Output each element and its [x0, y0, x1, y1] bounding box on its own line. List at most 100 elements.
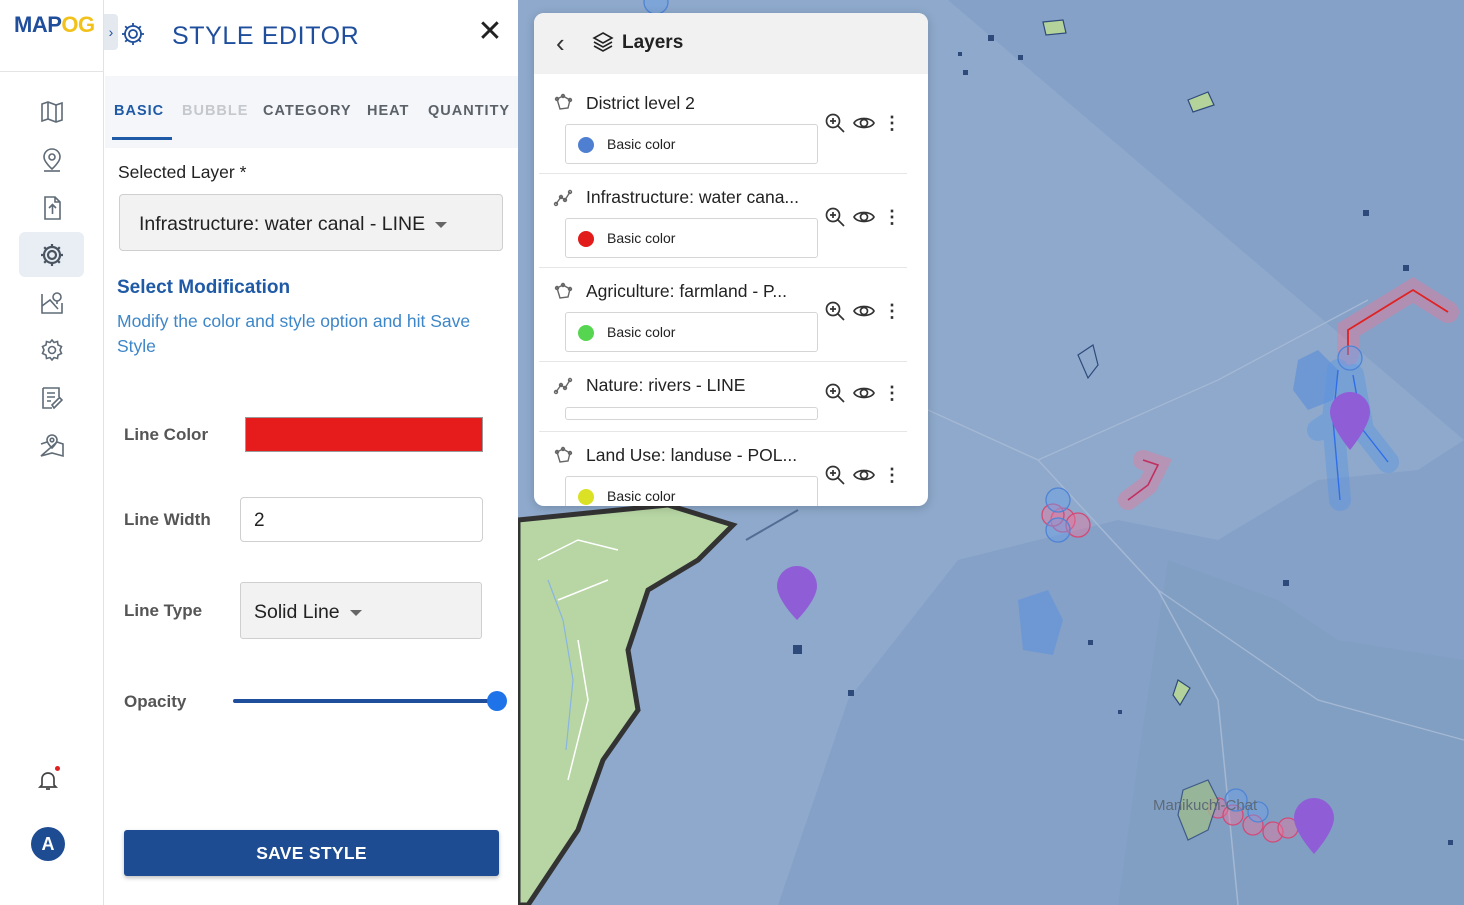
rail-maplocation-button[interactable] [19, 423, 84, 468]
more-options-icon[interactable]: ⋮ [881, 206, 903, 228]
style-tabs: BASIC BUBBLE CATEGORY HEAT QUANTITY [105, 76, 518, 148]
eye-icon[interactable] [853, 464, 875, 486]
zoom-in-icon[interactable] [824, 112, 846, 134]
rail-report-button[interactable] [19, 375, 84, 420]
rail-style-button[interactable] [19, 232, 84, 277]
gear-icon [40, 243, 63, 266]
line-color-label: Line Color [124, 425, 209, 444]
layers-stack-icon [592, 31, 614, 53]
opacity-label: Opacity [124, 692, 187, 711]
more-options-icon[interactable]: ⋮ [881, 112, 903, 134]
layer-row: Nature: rivers - LINE ⋮ [539, 362, 907, 432]
polygon-icon [553, 446, 573, 466]
line-type-dropdown[interactable]: Solid Line [240, 582, 482, 639]
line-icon [553, 376, 573, 396]
layer-color-button[interactable]: Basic color [565, 476, 818, 506]
layer-color-label: Basic color [607, 324, 676, 340]
tab-heat[interactable]: HEAT [367, 103, 409, 119]
layer-name: District level 2 [586, 93, 695, 113]
bell-icon [37, 772, 59, 790]
line-width-input[interactable]: 2 [240, 497, 483, 542]
rail-location-button[interactable] [19, 137, 84, 182]
layer-color-label: Basic color [607, 488, 676, 504]
rail-divider [0, 71, 104, 72]
layers-panel: ‹ Layers District level 2 Basic color ⋮ … [534, 13, 928, 506]
more-options-icon[interactable]: ⋮ [881, 464, 903, 486]
selected-layer-label: Selected Layer * [118, 162, 247, 182]
layer-row: Agriculture: farmland - P... Basic color… [539, 268, 907, 362]
map-icon [40, 100, 63, 123]
tab-basic[interactable]: BASIC [114, 103, 164, 119]
collapse-toggle[interactable]: › [104, 14, 118, 50]
opacity-slider-thumb[interactable] [487, 691, 507, 711]
layer-color-button[interactable]: Basic color [565, 124, 818, 164]
layer-name: Nature: rivers - LINE [586, 375, 746, 395]
notifications-button[interactable] [36, 766, 60, 792]
layer-name: Infrastructure: water cana... [586, 187, 800, 207]
location-pin-icon [42, 147, 61, 172]
rail-upload-button[interactable] [19, 185, 84, 230]
layer-color-label: Basic color [607, 230, 676, 246]
rail-mapview-button[interactable] [19, 280, 84, 325]
layer-row: Infrastructure: water cana... Basic colo… [539, 174, 907, 268]
zoom-in-icon[interactable] [824, 300, 846, 322]
style-editor-header: STYLE EDITOR ✕ [105, 0, 518, 76]
eye-icon[interactable] [853, 300, 875, 322]
layer-row: District level 2 Basic color ⋮ [539, 74, 907, 174]
tab-bubble[interactable]: BUBBLE [182, 103, 248, 119]
chevron-down-icon [349, 609, 362, 616]
polygon-icon [553, 93, 573, 113]
color-swatch [578, 489, 594, 505]
left-rail: MAPOG A [0, 0, 104, 905]
layer-row: Land Use: landuse - POL... Basic color ⋮ [539, 432, 907, 506]
tab-quantity[interactable]: QUANTITY [428, 103, 510, 119]
line-icon [553, 188, 573, 208]
line-width-label: Line Width [124, 510, 211, 529]
selected-layer-dropdown[interactable]: Infrastructure: water canal - LINE [119, 194, 503, 251]
app-logo[interactable]: MAPOG [14, 12, 95, 38]
line-color-picker[interactable] [245, 417, 483, 452]
rail-settings-button[interactable] [19, 327, 84, 372]
color-swatch [578, 231, 594, 247]
settings-icon [40, 338, 63, 361]
map-location-icon [39, 433, 64, 457]
layer-color-button[interactable]: Basic color [565, 312, 818, 352]
close-icon[interactable]: ✕ [477, 17, 503, 47]
save-style-button[interactable]: SAVE STYLE [124, 830, 499, 876]
style-editor-panel: STYLE EDITOR ✕ BASIC BUBBLE CATEGORY HEA… [105, 0, 518, 905]
chevron-down-icon [435, 221, 448, 228]
eye-icon[interactable] [853, 112, 875, 134]
color-swatch [578, 137, 594, 153]
more-options-icon[interactable]: ⋮ [881, 382, 903, 404]
polygon-icon [553, 282, 573, 302]
layer-color-button[interactable]: Basic color [565, 218, 818, 258]
avatar[interactable]: A [31, 827, 65, 861]
layer-color-button[interactable] [565, 407, 818, 420]
line-type-label: Line Type [124, 601, 203, 620]
layer-name: Agriculture: farmland - P... [586, 281, 788, 301]
layer-name: Land Use: landuse - POL... [586, 445, 798, 465]
opacity-slider-track[interactable] [233, 699, 499, 703]
back-icon[interactable]: ‹ [556, 29, 565, 57]
style-gear-icon [119, 20, 147, 48]
map-pin-icon [40, 291, 63, 314]
zoom-in-icon[interactable] [824, 464, 846, 486]
more-options-icon[interactable]: ⋮ [881, 300, 903, 322]
rail-map-button[interactable] [19, 89, 84, 134]
layer-color-label: Basic color [607, 136, 676, 152]
report-icon [41, 386, 63, 409]
style-editor-title: STYLE EDITOR [172, 22, 360, 50]
layers-title: Layers [622, 32, 684, 53]
map-place-label: Manikuchi-Chat [1153, 797, 1258, 814]
zoom-in-icon[interactable] [824, 206, 846, 228]
layers-header: ‹ Layers [534, 13, 928, 74]
tab-category[interactable]: CATEGORY [263, 103, 352, 119]
active-tab-indicator [112, 137, 172, 140]
color-swatch [578, 325, 594, 341]
eye-icon[interactable] [853, 206, 875, 228]
zoom-in-icon[interactable] [824, 382, 846, 404]
upload-icon [43, 195, 61, 220]
section-description: Modify the color and style option and hi… [117, 311, 471, 356]
eye-icon[interactable] [853, 382, 875, 404]
section-title: Select Modification [117, 277, 291, 298]
